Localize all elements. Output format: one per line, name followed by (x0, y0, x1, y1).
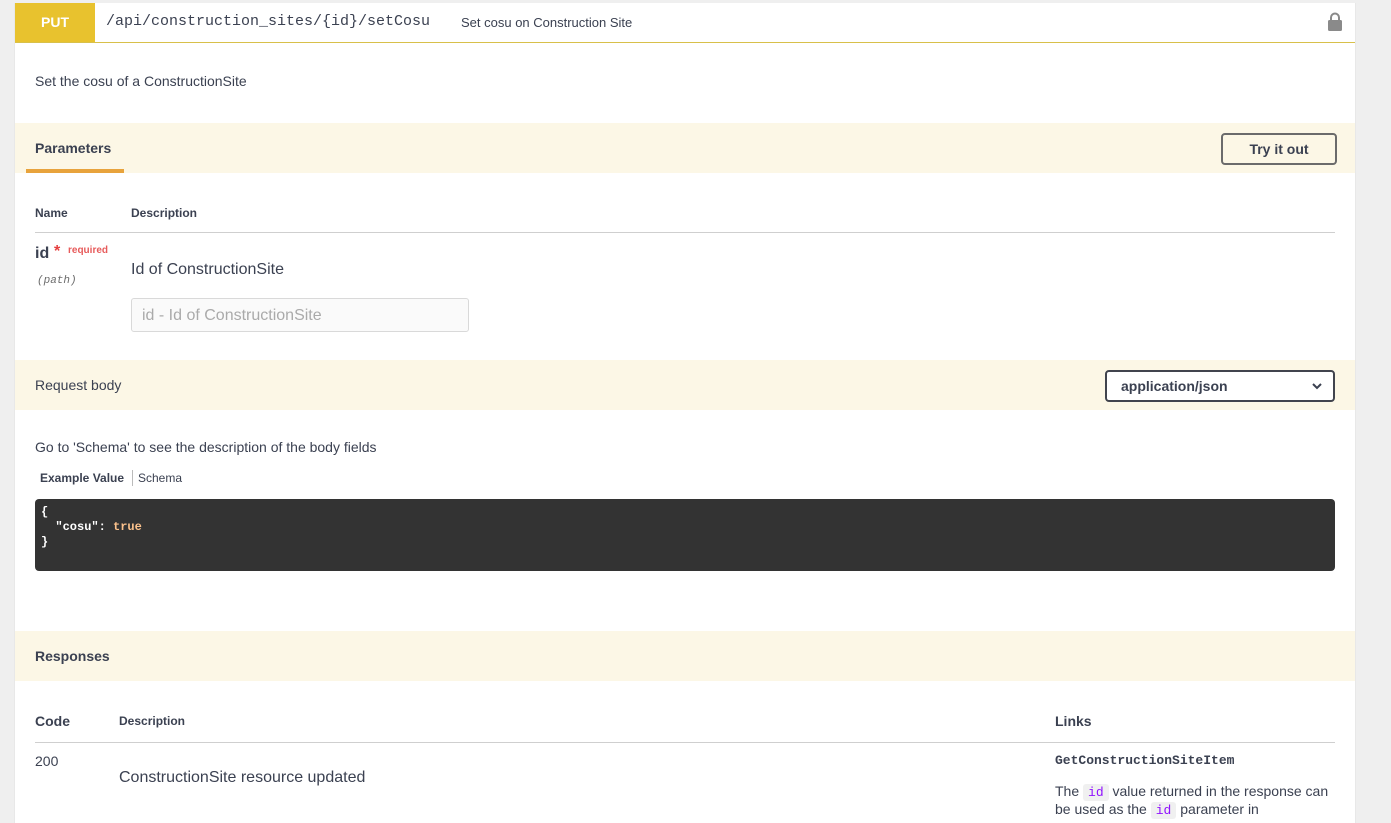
link-text: The (1055, 783, 1084, 799)
required-label: required (68, 245, 109, 256)
operation-summary-text: Set cosu on Construction Site (461, 15, 633, 30)
response-link-name: GetConstructionSiteItem (1055, 753, 1235, 768)
method-badge: PUT (15, 3, 95, 42)
id-input[interactable]: id - Id of ConstructionSite (131, 298, 469, 332)
content-type-value: application/json (1121, 378, 1228, 394)
required-star: * (54, 243, 61, 260)
link-text: parameter in (1176, 801, 1259, 817)
response-link-description: The id value returned in the response ca… (1055, 783, 1335, 819)
response-col-links: Links (1055, 713, 1092, 729)
operation-description: Set the cosu of a ConstructionSite (35, 73, 247, 89)
divider (35, 232, 1335, 233)
tab-active-indicator (26, 169, 124, 173)
example-code-block: { "cosu": true } (35, 499, 1335, 571)
code-line: "cosu": true (41, 520, 142, 534)
operation-path: /api/construction_sites/{id}/setCosu (106, 13, 431, 30)
operation-block: PUT /api/construction_sites/{id}/setCosu… (14, 3, 1356, 823)
code-value: true (113, 520, 142, 534)
code-line: } (41, 535, 49, 549)
response-col-description: Description (119, 714, 186, 728)
lock-icon[interactable] (1327, 12, 1343, 32)
try-it-out-button[interactable]: Try it out (1221, 133, 1337, 165)
param-description: Id of ConstructionSite (131, 261, 284, 278)
response-col-code: Code (35, 713, 70, 729)
divider (35, 742, 1335, 743)
tab-separator (132, 470, 133, 486)
tab-parameters[interactable]: Parameters (35, 140, 111, 156)
request-body-header: Request body application/json (15, 360, 1355, 410)
responses-title: Responses (35, 648, 110, 664)
param-col-description: Description (131, 206, 198, 220)
param-location: (path) (37, 275, 77, 287)
responses-header: Responses (15, 631, 1355, 681)
chevron-down-icon (1312, 383, 1322, 390)
param-name: id (35, 245, 50, 262)
tab-example-value[interactable]: Example Value (40, 471, 124, 485)
parameters-header: Parameters Try it out (15, 123, 1355, 173)
operation-summary[interactable]: PUT /api/construction_sites/{id}/setCosu… (15, 3, 1355, 43)
schema-note: Go to 'Schema' to see the description of… (35, 439, 377, 455)
response-code: 200 (35, 753, 59, 769)
response-description: ConstructionSite resource updated (119, 769, 366, 786)
code-key: "cosu": (41, 520, 114, 534)
request-body-label: Request body (35, 377, 122, 393)
param-col-name: Name (35, 206, 68, 220)
code-line: { (41, 505, 49, 519)
tab-schema[interactable]: Schema (138, 471, 182, 485)
content-type-select[interactable]: application/json (1105, 370, 1335, 402)
inline-code: id (1083, 784, 1109, 801)
